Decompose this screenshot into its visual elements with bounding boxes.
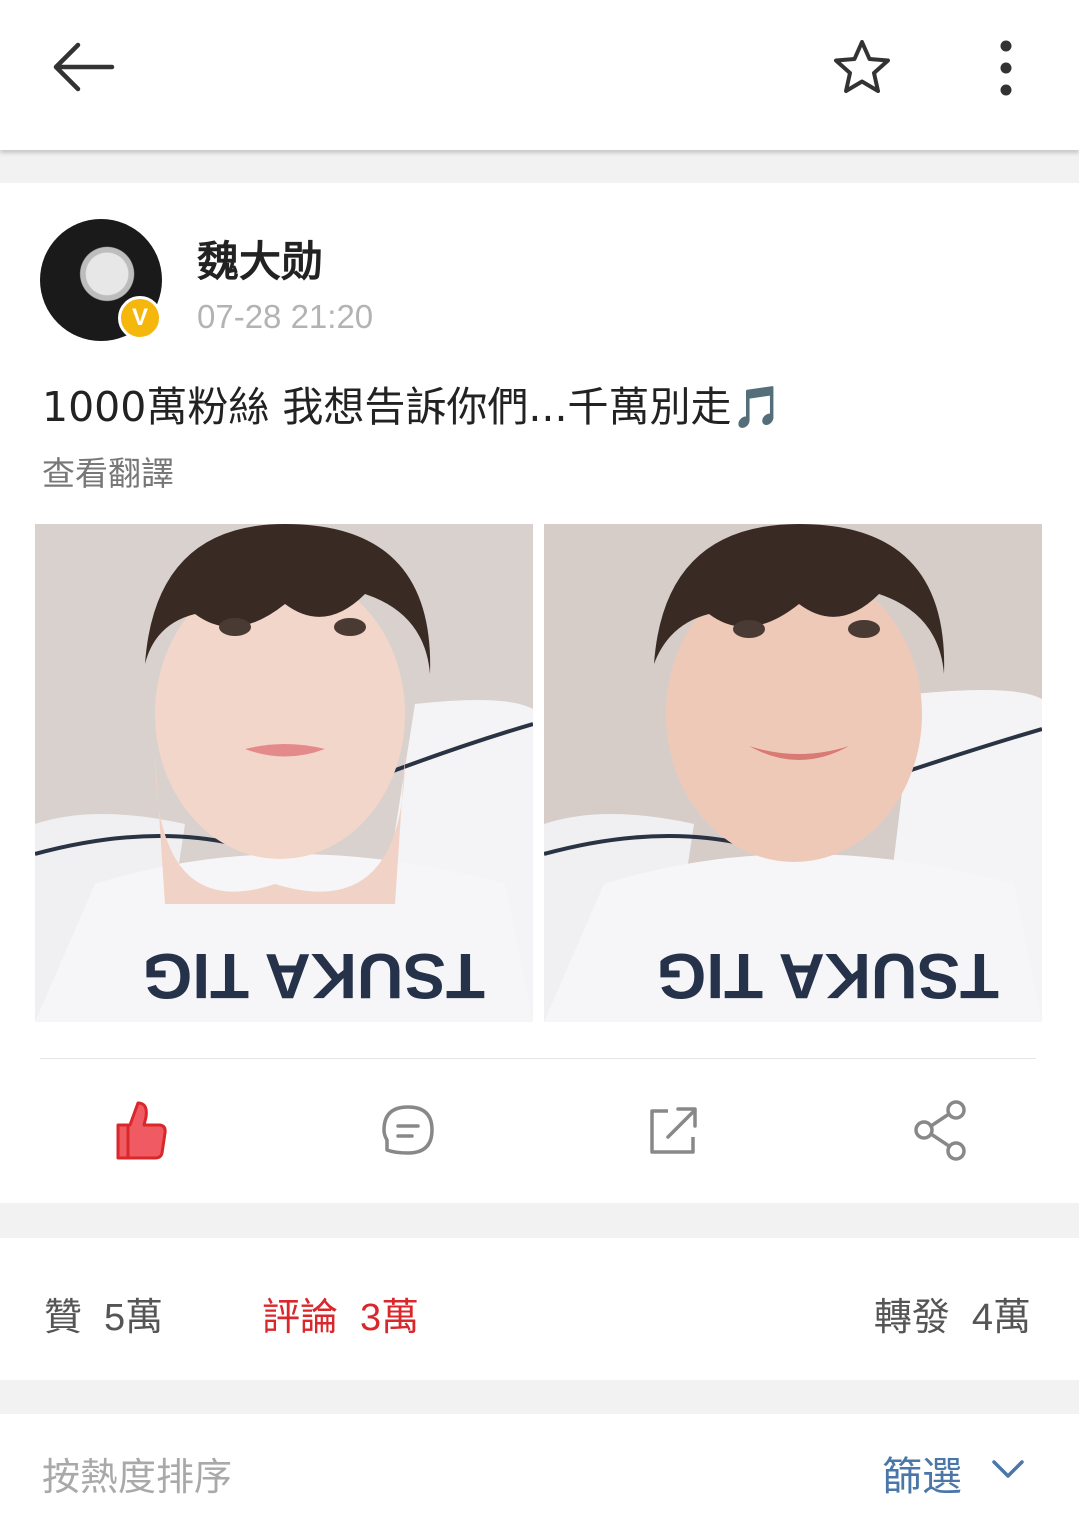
share-button[interactable] bbox=[906, 1095, 976, 1165]
chevron-down-icon[interactable] bbox=[988, 1454, 1028, 1484]
filter-button[interactable]: 篩選 bbox=[882, 1444, 962, 1502]
reposts-label: 轉發 bbox=[873, 1295, 950, 1339]
share-icon bbox=[914, 1100, 966, 1161]
sort-by-popularity[interactable]: 按熱度排序 bbox=[42, 1446, 232, 1501]
likes-count: 5萬 bbox=[104, 1297, 164, 1339]
author-name[interactable]: 魏大勋 bbox=[197, 228, 323, 289]
music-note-emoji: 🎵 bbox=[731, 383, 783, 431]
top-navigation-bar bbox=[0, 0, 1079, 150]
post-text: 1000萬粉絲 我想告訴你們...千萬別走🎵 bbox=[42, 373, 783, 433]
comments-tab[interactable]: 評論 3萬 bbox=[262, 1286, 419, 1341]
post-text-body: 1000萬粉絲 我想告訴你們...千萬別走 bbox=[42, 383, 732, 431]
like-button[interactable] bbox=[104, 1095, 174, 1165]
selfie-photo-2: TSUKA TIG bbox=[544, 524, 1042, 1022]
repost-button[interactable] bbox=[638, 1095, 708, 1165]
comment-sort-bar: 按熱度排序 篩選 bbox=[0, 1414, 1079, 1516]
reposts-count: 4萬 bbox=[971, 1297, 1031, 1339]
favorite-button[interactable] bbox=[832, 38, 892, 96]
reposts-tab[interactable]: 轉發 4萬 bbox=[874, 1286, 1031, 1341]
comment-bubble-icon bbox=[382, 1105, 434, 1155]
star-outline-icon bbox=[834, 40, 890, 93]
comment-button[interactable] bbox=[373, 1095, 443, 1165]
repost-icon bbox=[650, 1107, 697, 1154]
post-image-1[interactable]: TSUKA TIG bbox=[35, 524, 533, 1022]
verified-badge: V bbox=[118, 296, 162, 340]
svg-text:TSUKA TIG: TSUKA TIG bbox=[143, 940, 486, 1012]
likes-tab[interactable]: 贊 5萬 bbox=[44, 1286, 163, 1341]
more-options-button[interactable] bbox=[986, 38, 1026, 98]
comments-label: 評論 bbox=[262, 1295, 339, 1339]
divider bbox=[40, 1058, 1036, 1059]
more-vertical-icon bbox=[1000, 40, 1012, 96]
translate-link[interactable]: 查看翻譯 bbox=[42, 447, 174, 495]
likes-label: 贊 bbox=[44, 1295, 83, 1339]
avatar[interactable]: V bbox=[40, 219, 162, 341]
post-card: V 魏大勋 07-28 21:20 1000萬粉絲 我想告訴你們...千萬別走🎵… bbox=[0, 183, 1079, 1203]
back-button[interactable] bbox=[48, 38, 118, 96]
svg-text:TSUKA TIG: TSUKA TIG bbox=[657, 940, 1000, 1012]
selfie-photo-1: TSUKA TIG bbox=[35, 524, 533, 1022]
post-timestamp: 07-28 21:20 bbox=[197, 298, 374, 335]
thumbs-up-filled-icon bbox=[116, 1101, 167, 1160]
comments-count: 3萬 bbox=[360, 1297, 420, 1339]
engagement-stats: 贊 5萬 評論 3萬 轉發 4萬 bbox=[0, 1238, 1079, 1380]
post-image-2[interactable]: TSUKA TIG bbox=[544, 524, 1042, 1022]
arrow-left-icon bbox=[53, 42, 115, 92]
